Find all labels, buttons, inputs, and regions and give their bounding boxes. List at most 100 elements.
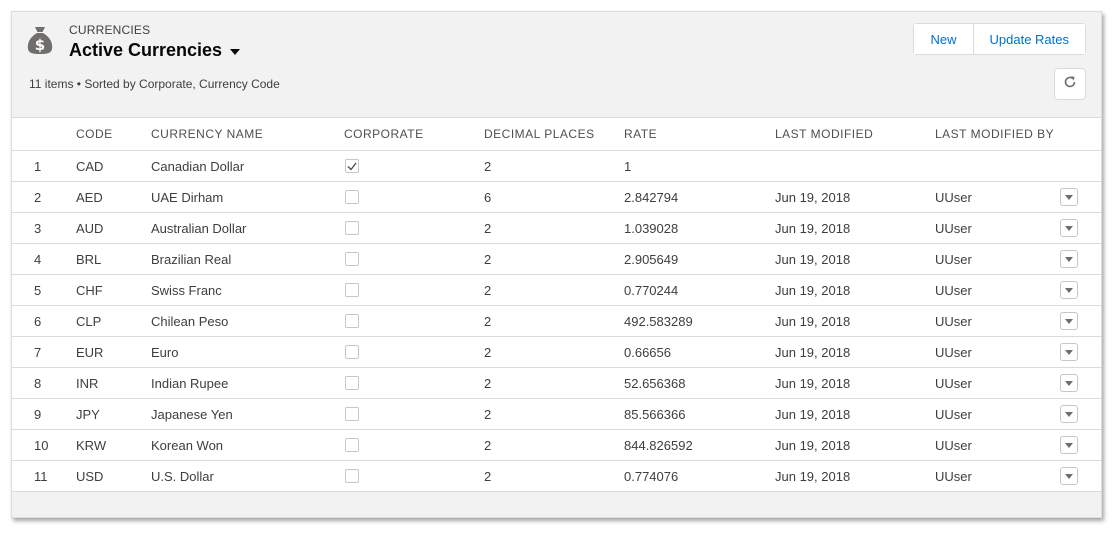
last-modified-by-cell: UUser: [935, 437, 972, 453]
chevron-down-icon: [1065, 287, 1073, 293]
list-view-switcher[interactable]: Active Currencies: [69, 40, 241, 61]
list-view-card: $ CURRENCIES Active Currencies 11 items …: [11, 11, 1102, 518]
last-modified-cell: Jun 19, 2018: [775, 189, 851, 205]
corporate-checkbox: [345, 407, 359, 421]
chevron-down-icon: [1065, 318, 1073, 324]
currency-code-cell: INR: [76, 375, 99, 391]
currency-name-cell: Brazilian Real: [151, 251, 232, 267]
chevron-down-icon: [1065, 411, 1073, 417]
currency-name-cell: Australian Dollar: [151, 220, 247, 236]
column-header-corporate[interactable]: CORPORATE: [344, 127, 484, 141]
corporate-cell: [344, 283, 484, 297]
last-modified-by-cell: UUser: [935, 468, 972, 484]
refresh-button[interactable]: [1054, 68, 1086, 100]
corporate-checkbox: [345, 345, 359, 359]
column-header-decimal-places[interactable]: DECIMAL PLACES: [484, 127, 624, 141]
last-modified-by-cell: UUser: [935, 344, 972, 360]
page-title: Active Currencies: [69, 40, 223, 60]
currency-name-cell: UAE Dirham: [151, 189, 224, 205]
list-view-header: $ CURRENCIES Active Currencies 11 items …: [12, 12, 1101, 117]
row-actions-button[interactable]: [1060, 312, 1078, 330]
row-actions-button[interactable]: [1060, 219, 1078, 237]
corporate-checkbox: [345, 314, 359, 328]
last-modified-cell: Jun 19, 2018: [775, 437, 851, 453]
new-button[interactable]: New: [914, 24, 973, 54]
table-row: 5 CHF Swiss Franc 2 0.770244 Jun 19, 2018 UUse…: [12, 275, 1101, 306]
corporate-cell: [344, 314, 484, 328]
last-modified-by-cell: UUser: [935, 406, 972, 422]
decimal-places-cell: 2: [484, 344, 492, 360]
currency-code-cell: CLP: [76, 313, 102, 329]
last-modified-cell: Jun 19, 2018: [775, 375, 851, 391]
chevron-down-icon: [1065, 442, 1073, 448]
decimal-places-cell: 2: [484, 313, 492, 329]
chevron-down-icon: [1065, 194, 1073, 200]
row-actions-button[interactable]: [1060, 436, 1078, 454]
last-modified-cell: Jun 19, 2018: [775, 468, 851, 484]
table-row: 10 KRW Korean Won 2 844.826592 Jun 19, 2018 UU…: [12, 430, 1101, 461]
currency-code-cell: EUR: [76, 344, 104, 360]
table-header-row: CODE CURRENCY NAME CORPORATE DECIMAL PLA…: [12, 118, 1101, 151]
update-rates-button[interactable]: Update Rates: [972, 24, 1085, 54]
currency-code-cell: CAD: [76, 158, 104, 174]
corporate-checkbox: [345, 469, 359, 483]
row-actions-button[interactable]: [1060, 343, 1078, 361]
row-actions-button[interactable]: [1060, 467, 1078, 485]
currency-name-cell: Euro: [151, 344, 179, 360]
currencies-table: CODE CURRENCY NAME CORPORATE DECIMAL PLA…: [12, 117, 1101, 492]
currency-name-cell: Korean Won: [151, 437, 224, 453]
decimal-places-cell: 2: [484, 406, 492, 422]
decimal-places-cell: 2: [484, 220, 492, 236]
corporate-checkbox: [345, 438, 359, 452]
last-modified-cell: Jun 19, 2018: [775, 406, 851, 422]
rate-cell: 0.66656: [624, 344, 671, 360]
row-actions-button[interactable]: [1060, 250, 1078, 268]
column-header-last-modified[interactable]: LAST MODIFIED: [775, 127, 935, 141]
checkmark-icon: [347, 162, 357, 171]
last-modified-cell: Jun 19, 2018: [775, 282, 851, 298]
corporate-cell: [344, 159, 484, 173]
corporate-cell: [344, 438, 484, 452]
currency-name-cell: Chilean Peso: [151, 313, 229, 329]
svg-text:$: $: [35, 36, 45, 54]
corporate-cell: [344, 469, 484, 483]
list-meta-info: 11 items • Sorted by Corporate, Currency…: [29, 77, 280, 91]
currency-code-cell: KRW: [76, 437, 107, 453]
currency-code-cell: AUD: [76, 220, 104, 236]
rate-cell: 0.770244: [624, 282, 679, 298]
rate-cell: 0.774076: [624, 468, 679, 484]
rate-cell: 1.039028: [624, 220, 679, 236]
column-header-code[interactable]: CODE: [76, 127, 151, 141]
chevron-down-icon: [1065, 349, 1073, 355]
table-row: 1 CAD Canadian Dollar 2 1: [12, 151, 1101, 182]
corporate-cell: [344, 190, 484, 204]
corporate-checkbox: [345, 221, 359, 235]
row-actions-button[interactable]: [1060, 188, 1078, 206]
row-number: 11: [34, 468, 48, 484]
row-number: 9: [34, 406, 42, 422]
column-header-currency-name[interactable]: CURRENCY NAME: [151, 127, 344, 141]
currency-code-cell: USD: [76, 468, 104, 484]
corporate-cell: [344, 221, 484, 235]
row-actions-button[interactable]: [1060, 281, 1078, 299]
corporate-cell: [344, 407, 484, 421]
currency-code-cell: AED: [76, 189, 103, 205]
row-number: 7: [34, 344, 42, 360]
column-header-last-modified-by[interactable]: LAST MODIFIED BY: [935, 127, 1055, 141]
column-header-rate[interactable]: RATE: [624, 127, 775, 141]
last-modified-cell: Jun 19, 2018: [775, 344, 851, 360]
currency-name-cell: Swiss Franc: [151, 282, 222, 298]
chevron-down-icon: [1065, 256, 1073, 262]
row-number: 6: [34, 313, 42, 329]
last-modified-by-cell: UUser: [935, 189, 972, 205]
row-number: 10: [34, 437, 49, 453]
table-row: 6 CLP Chilean Peso 2 492.583289 Jun 19, 2018 U…: [12, 306, 1101, 337]
row-actions-button[interactable]: [1060, 405, 1078, 423]
decimal-places-cell: 2: [484, 282, 492, 298]
chevron-down-icon: [1065, 380, 1073, 386]
corporate-cell: [344, 376, 484, 390]
rate-cell: 492.583289: [624, 313, 693, 329]
rate-cell: 2.842794: [624, 189, 679, 205]
row-actions-button[interactable]: [1060, 374, 1078, 392]
row-number: 2: [34, 189, 42, 205]
